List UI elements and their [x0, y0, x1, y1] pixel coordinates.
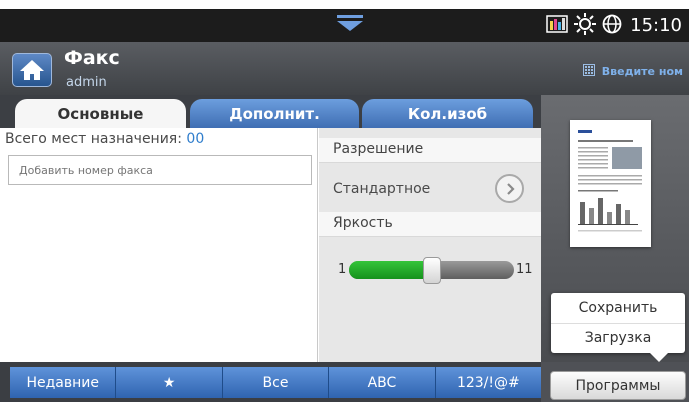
filter-favorites-star-icon[interactable]: ★: [116, 367, 223, 398]
load-program-button[interactable]: Загрузка: [551, 323, 685, 353]
filter-buttons: Недавние ★ Все ABC 123/!@#: [10, 367, 542, 398]
save-program-button[interactable]: Сохранить: [551, 293, 685, 324]
home-icon: [20, 60, 44, 80]
destination-count-text: Всего мест назначения:: [5, 131, 187, 147]
resolution-heading: Разрешение: [319, 138, 541, 163]
clock: 15:10: [630, 15, 682, 36]
document-thumbnail-icon: [578, 130, 642, 232]
destination-count-label: Всего мест назначения: 00: [5, 131, 204, 147]
fax-number-hint-label: Введите ном: [601, 65, 683, 78]
tab-advanced[interactable]: Дополнит.: [190, 99, 359, 128]
home-button[interactable]: [12, 53, 52, 87]
filter-recent[interactable]: Недавние: [10, 367, 117, 398]
eco-sun-icon[interactable]: [574, 12, 597, 39]
status-icons: 15:10: [546, 9, 682, 42]
page-title: Факс: [64, 47, 120, 69]
fax-number-hint[interactable]: Введите ном: [582, 64, 683, 79]
brightness-slider-handle[interactable]: [423, 257, 441, 284]
brightness-max-label: 11: [516, 262, 533, 277]
programs-button[interactable]: Программы: [550, 371, 686, 400]
keypad-icon: [582, 64, 595, 79]
tab-image[interactable]: Кол.изоб: [362, 99, 533, 128]
user-name: admin: [66, 75, 107, 90]
chevron-down-icon[interactable]: [334, 13, 366, 33]
toner-level-icon[interactable]: [546, 14, 568, 37]
tab-basic[interactable]: Основные: [15, 99, 186, 128]
resolution-value[interactable]: Стандартное: [333, 181, 430, 197]
chevron-right-icon: [506, 182, 515, 195]
globe-icon[interactable]: [602, 14, 622, 38]
programs-menu-pointer: [650, 353, 668, 362]
brightness-min-label: 1: [338, 262, 347, 277]
document-preview[interactable]: [570, 120, 651, 247]
brightness-slider-fill: [349, 261, 432, 279]
settings-panel: [319, 128, 541, 362]
destination-count: 00: [186, 131, 205, 147]
resolution-more-button[interactable]: [495, 174, 524, 203]
programs-menu: Сохранить Загрузка: [551, 293, 685, 353]
fax-number-input[interactable]: [8, 155, 312, 185]
filter-abc[interactable]: ABC: [329, 367, 436, 398]
filter-numbers[interactable]: 123/!@#: [435, 367, 542, 398]
brightness-heading: Яркость: [319, 212, 541, 237]
filter-all[interactable]: Все: [222, 367, 330, 398]
